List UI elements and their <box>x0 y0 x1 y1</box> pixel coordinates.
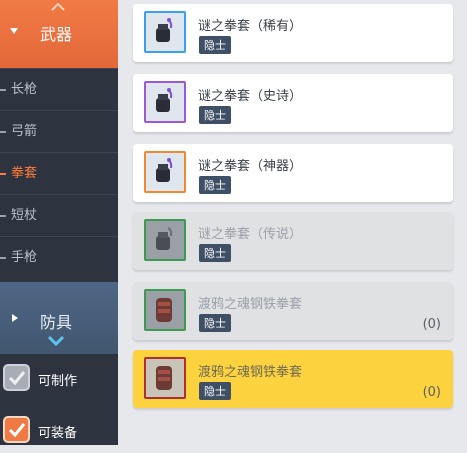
craftable-checkbox[interactable] <box>3 364 30 391</box>
filter-equippable[interactable]: 可装备 <box>0 408 118 453</box>
sidebar-item-spear[interactable]: 长枪 <box>0 68 118 110</box>
sidebar-item-gauntlet[interactable]: 拳套 <box>0 152 118 194</box>
item-card-selected[interactable]: 渡鸦之魂钢铁拳套 隐士 (0) <box>133 350 453 408</box>
class-badge: 隐士 <box>199 106 231 124</box>
item-card[interactable]: 渡鸦之魂钢铁拳套 隐士 (0) <box>133 282 453 340</box>
craftable-label: 可制作 <box>38 374 78 389</box>
category-weapon-label: 武器 <box>40 25 73 44</box>
dash-icon <box>0 214 6 217</box>
class-badge: 隐士 <box>199 244 231 262</box>
class-badge: 隐士 <box>199 314 231 332</box>
caret-down-icon <box>10 28 18 34</box>
sidebar-item-label: 拳套 <box>11 166 38 181</box>
class-badge: 隐士 <box>199 382 231 400</box>
item-card[interactable]: 谜之拳套（神器） 隐士 <box>133 144 453 202</box>
class-badge: 隐士 <box>199 36 231 54</box>
sidebar-item-staff[interactable]: 短杖 <box>0 194 118 236</box>
item-card[interactable]: 谜之拳套（传说） 隐士 <box>133 212 453 270</box>
sidebar-item-pistol[interactable]: 手枪 <box>0 236 118 278</box>
chevron-up-icon <box>51 3 65 11</box>
item-name: 谜之拳套（史诗） <box>198 89 303 104</box>
item-thumbnail <box>144 11 186 53</box>
category-sidebar: 武器 长枪 弓箭 拳套 短杖 手枪 防具 可制作 可装备 <box>0 0 118 445</box>
dash-icon <box>0 130 6 133</box>
gauntlet-icon <box>156 158 173 182</box>
item-list: 谜之拳套（稀有） 隐士 谜之拳套（史诗） 隐士 谜之拳套（神器） 隐士 谜之拳套… <box>118 0 467 445</box>
chevron-down-icon <box>48 336 64 346</box>
red-gauntlet-icon <box>156 298 172 322</box>
item-thumbnail <box>144 81 186 123</box>
check-icon <box>8 423 26 438</box>
dash-icon <box>0 256 6 259</box>
item-thumbnail <box>144 357 186 399</box>
category-armor[interactable]: 防具 <box>0 282 118 354</box>
sidebar-item-label: 手枪 <box>11 250 38 265</box>
item-card[interactable]: 谜之拳套（稀有） 隐士 <box>133 4 453 62</box>
item-card[interactable]: 谜之拳套（史诗） 隐士 <box>133 74 453 132</box>
item-name: 渡鸦之魂钢铁拳套 <box>198 365 303 380</box>
item-thumbnail <box>144 289 186 331</box>
item-thumbnail <box>144 219 186 261</box>
check-icon <box>8 371 26 386</box>
gauntlet-icon <box>156 18 173 42</box>
sidebar-item-label: 弓箭 <box>11 124 38 139</box>
caret-right-icon <box>12 314 18 322</box>
sidebar-item-label: 长枪 <box>11 82 38 97</box>
item-thumbnail <box>144 151 186 193</box>
sidebar-item-label: 短杖 <box>11 208 38 223</box>
gauntlet-icon <box>156 88 173 112</box>
dash-icon <box>0 88 6 91</box>
item-name: 谜之拳套（传说） <box>198 227 303 242</box>
item-name: 渡鸦之魂钢铁拳套 <box>198 297 303 312</box>
item-name: 谜之拳套（稀有） <box>198 19 303 34</box>
category-armor-label: 防具 <box>40 313 73 332</box>
equippable-label: 可装备 <box>38 426 78 441</box>
item-count: (0) <box>422 385 441 400</box>
item-name: 谜之拳套（神器） <box>198 159 303 174</box>
red-gauntlet-icon <box>156 366 172 390</box>
filter-craftable[interactable]: 可制作 <box>0 356 118 401</box>
equippable-checkbox[interactable] <box>3 416 30 443</box>
sidebar-item-bow[interactable]: 弓箭 <box>0 110 118 152</box>
category-weapon[interactable]: 武器 <box>0 0 118 68</box>
dash-icon <box>0 172 6 175</box>
class-badge: 隐士 <box>199 176 231 194</box>
item-count: (0) <box>422 317 441 332</box>
gauntlet-icon <box>156 227 173 250</box>
